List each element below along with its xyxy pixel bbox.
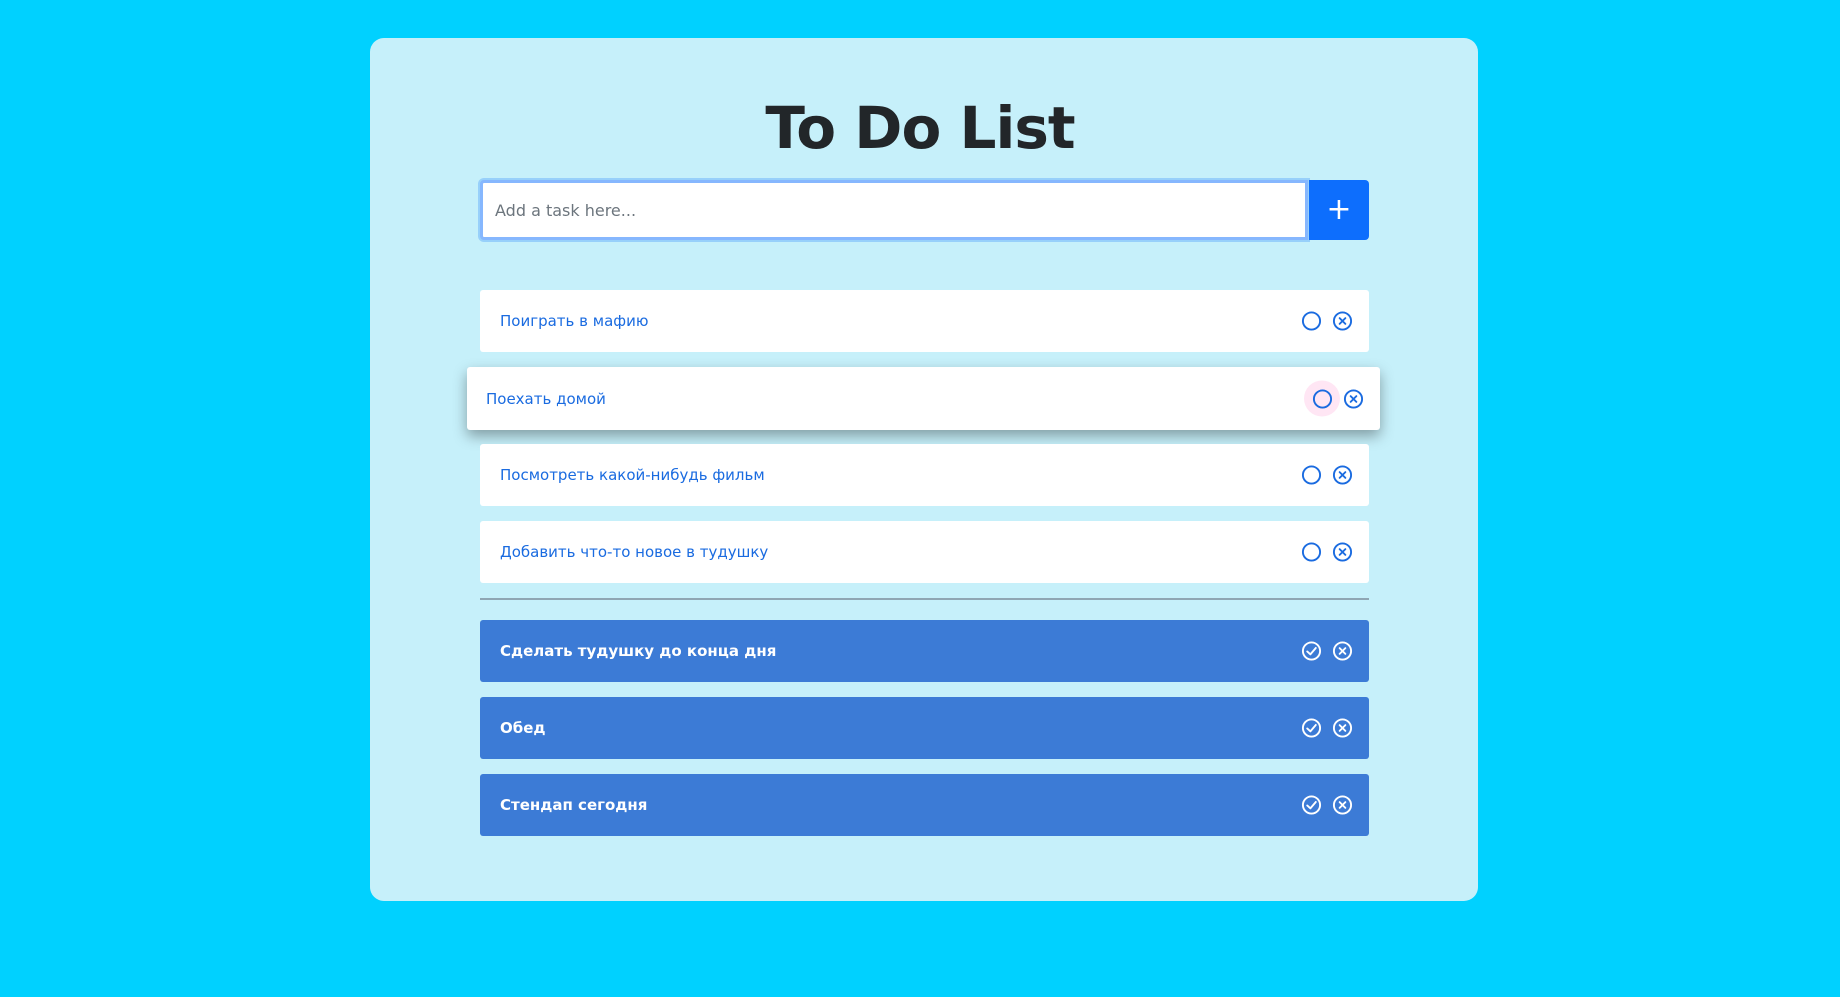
x-circle-icon[interactable] [1332,542,1353,563]
check-circle-icon[interactable] [1301,795,1322,816]
task-label: Добавить что-то новое в тудушку [500,543,769,561]
x-circle-icon[interactable] [1332,795,1353,816]
circle-icon[interactable] [1301,311,1322,332]
task-label: Стендап сегодня [500,796,648,814]
x-circle-icon[interactable] [1332,465,1353,486]
task-actions [1301,465,1353,486]
completed-task-item[interactable]: Обед [480,697,1369,759]
completed-divider [480,598,1369,600]
x-circle-icon[interactable] [1332,718,1353,739]
task-label: Поехать домой [486,389,606,408]
task-label: Поиграть в мафию [500,312,649,330]
task-label: Обед [500,719,546,737]
task-item[interactable]: Добавить что-то новое в тудушку [480,521,1369,583]
task-actions [1301,795,1353,816]
completed-task-item[interactable]: Стендап сегодня [480,774,1369,836]
task-actions [1301,542,1353,563]
circle-icon[interactable] [1301,465,1322,486]
x-circle-icon[interactable] [1332,311,1353,332]
task-item[interactable]: Посмотреть какой-нибудь фильм [480,444,1369,506]
x-circle-icon[interactable] [1343,388,1364,409]
circle-icon[interactable] [1301,542,1322,563]
add-task-button[interactable]: + [1309,180,1369,240]
task-actions [1301,311,1353,332]
x-circle-icon[interactable] [1332,641,1353,662]
task-actions [1301,718,1353,739]
task-label: Посмотреть какой-нибудь фильм [500,466,765,484]
check-circle-icon[interactable] [1301,641,1322,662]
task-item-dragging[interactable]: Поехать домой [467,367,1380,430]
task-actions [1304,380,1364,416]
task-label: Сделать тудушку до конца дня [500,642,777,660]
task-actions [1301,641,1353,662]
task-item[interactable]: Поиграть в мафию [480,290,1369,352]
completed-task-item[interactable]: Сделать тудушку до конца дня [480,620,1369,682]
circle-icon[interactable] [1312,388,1333,409]
add-task-row: + [480,180,1369,240]
page-title: To Do List [765,94,1075,162]
task-input[interactable] [480,180,1308,240]
complete-toggle-wrap [1304,380,1340,416]
check-circle-icon[interactable] [1301,718,1322,739]
